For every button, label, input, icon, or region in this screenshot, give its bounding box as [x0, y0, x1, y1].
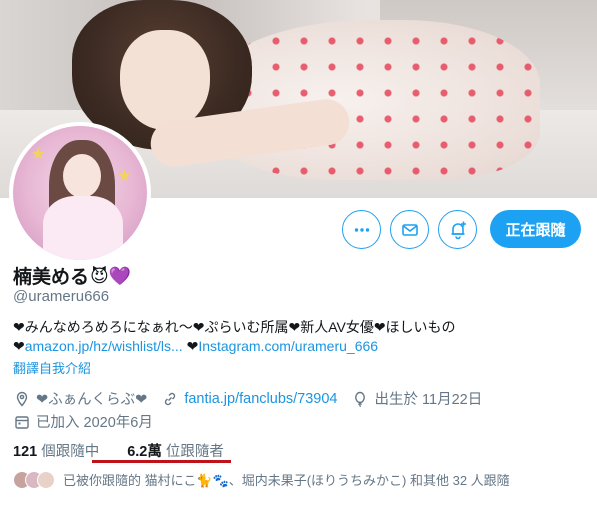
star-icon: ★ — [31, 146, 46, 163]
username-handle: @urameru666 — [13, 288, 110, 305]
avatar-dress — [43, 196, 123, 260]
display-name-row: 楠美める 😈💜 — [13, 262, 131, 289]
followers-highlight-underline — [92, 460, 231, 463]
avatar-face — [63, 154, 101, 198]
bio-line-2: ❤amazon.jp/hz/wishlist/ls... ❤Instagram.… — [13, 337, 456, 356]
following-button[interactable]: 正在跟隨 — [490, 210, 581, 248]
bell-plus-icon — [451, 221, 466, 239]
banner-figure-face — [120, 30, 210, 130]
message-button[interactable] — [390, 210, 429, 249]
avatar — [37, 470, 55, 489]
location-icon — [13, 390, 31, 408]
bio-heart: ❤ — [182, 338, 199, 354]
link-icon — [161, 390, 179, 408]
name-emojis: 😈💜 — [90, 265, 132, 286]
followers-label: 位跟隨者 — [165, 444, 224, 460]
joined-row: 已加入 2020年6月 — [13, 411, 153, 432]
calendar-icon — [13, 413, 31, 431]
more-button[interactable] — [342, 210, 381, 249]
avatar[interactable]: ★ ★ — [9, 122, 151, 264]
location-text: ❤ふぁんくらぶ❤ — [36, 392, 148, 408]
birthday-text: 出生於 11月22日 — [374, 392, 483, 408]
star-icon: ★ — [117, 168, 132, 185]
website-link[interactable]: fantia.jp/fanclubs/73904 — [184, 391, 337, 407]
envelope-icon — [401, 223, 418, 236]
bio-heart: ❤ — [13, 338, 25, 354]
following-stat[interactable]: 121 個跟隨中 — [13, 440, 99, 461]
bio-line-1: ❤みんなめろめろになぁれ〜❤ぷらいむ所属❤新人AV女優❤ほしいもの — [13, 319, 456, 335]
display-name: 楠美める — [13, 267, 90, 288]
followed-by-row[interactable]: 已被你跟隨的 猫村にこ🐈🐾、堀内未果子(ほりうちみかこ) 和其他 32 人跟隨 — [13, 470, 510, 489]
wishlist-link[interactable]: amazon.jp/hz/wishlist/ls... — [25, 338, 183, 354]
bio: ❤みんなめろめろになぁれ〜❤ぷらいむ所属❤新人AV女優❤ほしいもの ❤amazo… — [13, 318, 456, 356]
instagram-link[interactable]: Instagram.com/urameru_666 — [198, 338, 378, 354]
followed-by-text: 已被你跟隨的 猫村にこ🐈🐾、堀内未果子(ほりうちみかこ) 和其他 32 人跟隨 — [63, 473, 510, 488]
profile-meta-row: ❤ふぁんくらぶ❤ fantia.jp/fanclubs/73904 出生於 11… — [13, 388, 482, 409]
notifications-button[interactable] — [438, 210, 477, 249]
following-label: 個跟隨中 — [41, 444, 100, 460]
followers-count: 6.2萬 — [127, 444, 162, 460]
balloon-icon — [351, 390, 369, 408]
following-count: 121 — [13, 444, 38, 460]
more-icon — [354, 227, 369, 232]
joined-text: 已加入 2020年6月 — [36, 415, 153, 431]
translate-bio-link[interactable]: 翻譯自我介紹 — [13, 358, 91, 377]
